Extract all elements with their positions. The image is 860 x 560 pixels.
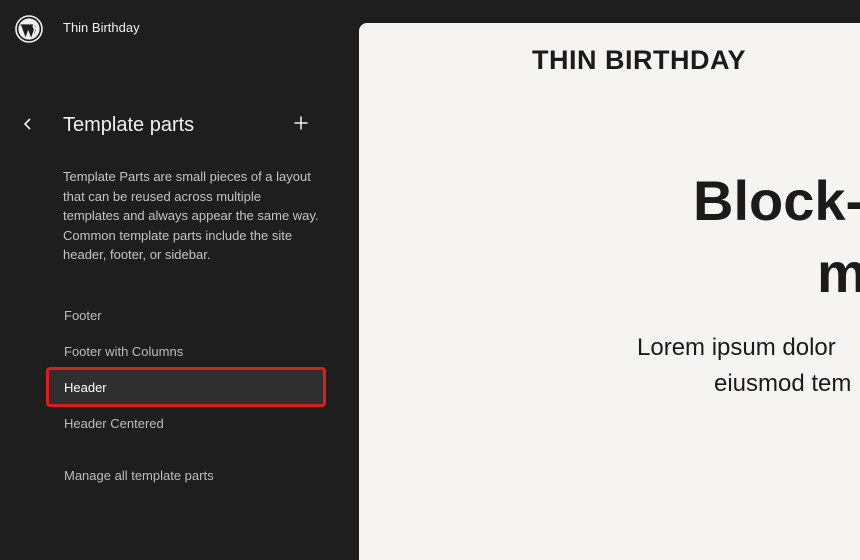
template-parts-list: Footer Footer with Columns Header Header… [46,297,326,441]
site-title[interactable]: Thin Birthday [63,20,140,35]
sidebar: Thin Birthday Template parts Template Pa… [0,0,359,560]
template-part-item-footer-with-columns[interactable]: Footer with Columns [48,333,324,369]
template-part-item-header-centered[interactable]: Header Centered [48,405,324,441]
chevron-left-icon [21,117,35,136]
wordpress-logo-icon[interactable] [15,15,43,43]
preview-paragraph-line-1: Lorem ipsum dolor [637,334,836,361]
preview-paragraph-line-2: eiusmod tem [714,370,852,397]
plus-icon [293,115,309,136]
site-hub[interactable] [15,15,43,43]
template-preview[interactable]: THIN BIRTHDAY Block- m Lorem ipsum dolor… [359,23,860,560]
section-title: Template parts [63,114,195,136]
add-template-part-button[interactable] [288,112,314,138]
template-part-item-header[interactable]: Header [46,367,326,407]
section-description: Template Parts are small pieces of a lay… [63,169,319,262]
preview-site-title: THIN BIRTHDAY [531,45,746,75]
site-editor: Thin Birthday Template parts Template Pa… [0,0,860,560]
template-part-item-footer[interactable]: Footer [48,297,324,333]
preview-heading-line-1: Block- [693,169,860,232]
back-button[interactable] [14,112,42,140]
manage-all-template-parts-link[interactable]: Manage all template parts [64,468,214,483]
preview-heading-line-2: m [817,241,860,304]
